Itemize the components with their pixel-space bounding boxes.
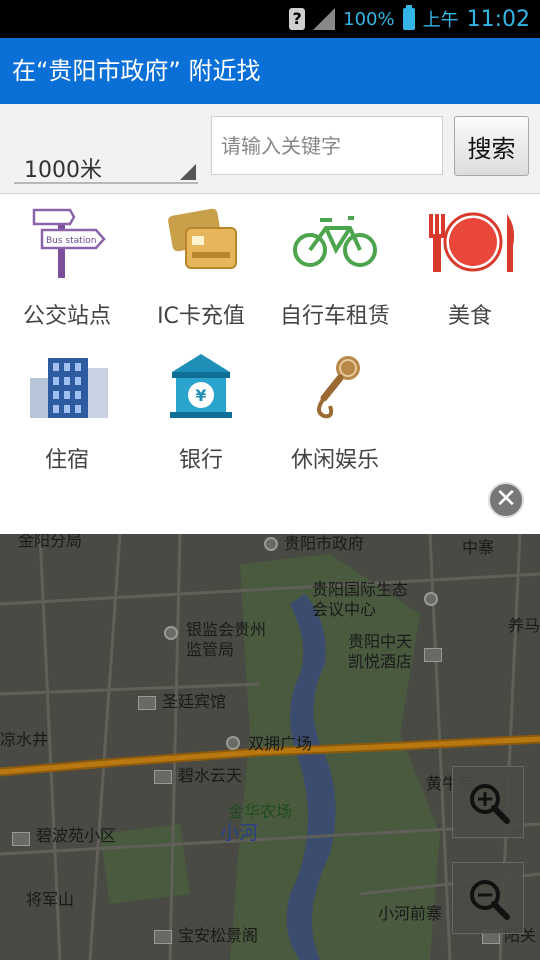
hotel-marker-icon <box>12 832 30 846</box>
poi-marker-icon <box>164 626 178 640</box>
category-hotel[interactable]: 住宿 <box>2 350 132 474</box>
map-view[interactable]: 金阳分局 贵阳市政府 中寨 贵阳国际生态 会议中心 银监会贵州 监管局 贵阳中天… <box>0 534 540 960</box>
category-entertainment[interactable]: 休闲娱乐 <box>270 350 400 474</box>
bank-icon: ¥ <box>156 350 246 422</box>
search-row: 1000米 搜索 <box>0 104 540 194</box>
hotel-marker-icon <box>424 648 442 662</box>
poi-marker-icon <box>226 736 240 750</box>
status-icons: ? 100% 上午 11:02 <box>289 0 530 38</box>
map-label: 中寨 <box>462 538 495 557</box>
map-label: 碧波苑小区 <box>36 826 117 845</box>
page-title: 在“贵阳市政府” 附近找 <box>12 57 261 85</box>
map-label: 圣廷宾馆 <box>162 692 227 711</box>
microphone-icon <box>290 350 380 422</box>
close-panel-button[interactable]: ✕ <box>488 482 524 518</box>
map-label: 宝安松景阁 <box>178 926 259 945</box>
category-bus-stop[interactable]: Bus station 公交站点 <box>2 206 132 330</box>
map-label: 金阳分局 <box>18 534 83 550</box>
map-label: 贵阳市政府 <box>284 534 365 553</box>
category-label: 公交站点 <box>22 304 111 329</box>
category-bank[interactable]: ¥ 银行 <box>136 350 266 474</box>
hotel-marker-icon <box>138 696 156 710</box>
map-label: 小河前寨 <box>378 904 443 923</box>
category-label: IC卡充值 <box>157 304 245 329</box>
map-label: 金华农场 <box>228 802 293 821</box>
poi-marker-icon <box>264 537 278 551</box>
map-label: 养马 <box>508 616 540 635</box>
hotel-marker-icon <box>154 930 172 944</box>
category-label: 住宿 <box>44 448 89 473</box>
clock-time: 11:02 <box>466 6 530 32</box>
title-bar: 在“贵阳市政府” 附近找 <box>0 38 540 104</box>
map-label: 将军山 <box>26 890 75 909</box>
zoom-in-icon <box>470 784 510 824</box>
search-button[interactable]: 搜索 <box>454 116 529 176</box>
am-pm: 上午 <box>422 10 459 31</box>
battery-percent: 100% <box>343 8 395 30</box>
dropdown-corner-icon <box>180 164 196 180</box>
map-label: 贵阳中天 凯悦酒店 <box>348 632 413 671</box>
battery-icon <box>402 5 415 30</box>
category-label: 美食 <box>447 304 492 329</box>
category-panel: Bus station 公交站点 IC卡充值 自行车租赁 美食 住宿 ¥ 银行 … <box>0 194 540 534</box>
category-food[interactable]: 美食 <box>405 206 535 330</box>
distance-value: 1000米 <box>24 158 102 183</box>
keyword-input[interactable] <box>211 116 443 175</box>
zoom-in-button[interactable] <box>452 766 524 838</box>
category-ic-card[interactable]: IC卡充值 <box>136 206 266 330</box>
zoom-out-button[interactable] <box>452 862 524 934</box>
distance-select[interactable]: 1000米 <box>14 124 198 184</box>
category-label: 银行 <box>178 448 223 473</box>
zoom-out-icon <box>470 880 510 920</box>
hotel-marker-icon <box>154 770 172 784</box>
category-label: 自行车租赁 <box>279 304 390 329</box>
map-label: 凉水井 <box>0 730 49 749</box>
bus-stop-sign-icon: Bus station <box>22 206 112 278</box>
sim-unknown-icon: ? <box>289 8 306 30</box>
signal-icon <box>313 8 336 30</box>
ic-card-icon <box>156 206 246 278</box>
bank-yen-symbol: ¥ <box>195 386 206 405</box>
map-label: 碧水云天 <box>178 766 243 785</box>
status-bar: ? 100% 上午 11:02 <box>0 0 540 38</box>
bus-stop-sign-text: Bus station <box>46 236 96 246</box>
map-label: 银监会贵州 监管局 <box>186 620 267 659</box>
map-label: 小河 <box>220 822 259 844</box>
category-label: 休闲娱乐 <box>290 448 379 473</box>
poi-marker-icon <box>424 592 438 606</box>
map-label: 双拥广场 <box>248 734 313 753</box>
hotel-building-icon <box>22 350 112 422</box>
food-plate-icon <box>425 206 515 278</box>
map-label: 贵阳国际生态 会议中心 <box>312 580 409 619</box>
category-bicycle[interactable]: 自行车租赁 <box>270 206 400 330</box>
bicycle-icon <box>290 206 380 278</box>
